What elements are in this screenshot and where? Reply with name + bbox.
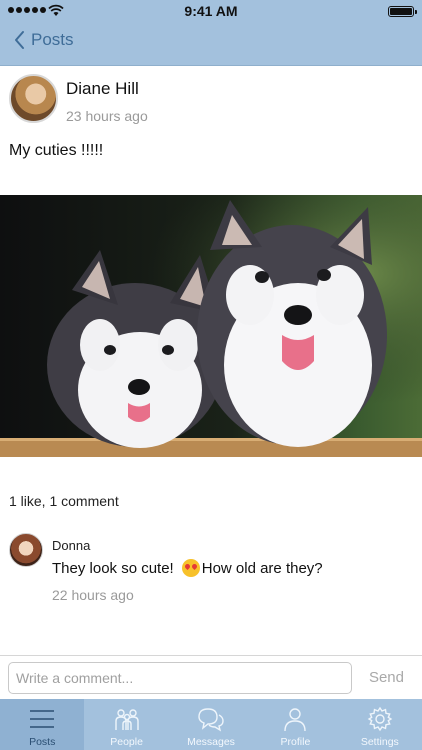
post-stats[interactable]: 1 like, 1 comment [9,493,119,509]
back-button[interactable]: Posts [14,30,74,50]
commenter-name[interactable]: Donna [52,538,90,553]
heart-eyes-emoji-icon [181,559,200,577]
back-button-label: Posts [31,30,74,49]
gear-icon [367,706,393,732]
tab-posts[interactable]: Posts [0,699,85,750]
people-icon [114,709,139,730]
comment-composer: Send [0,655,422,699]
tab-label: Posts [29,736,56,748]
tab-label: Messages [187,736,235,748]
comment-text: They look so cute! How old are they? [52,559,323,577]
commenter-avatar[interactable] [9,533,43,567]
tab-people[interactable]: People [84,699,168,750]
chevron-left-icon [15,31,24,49]
tab-messages[interactable]: Messages [169,699,253,750]
post-text: My cuties !!!!! [9,142,104,159]
post-author-name[interactable]: Diane Hill [66,79,139,99]
post-timestamp: 23 hours ago [66,108,148,124]
tab-label: People [110,736,143,748]
tab-bar: Posts People Messages Profile Settings [0,699,422,750]
tab-label: Profile [280,736,311,748]
author-avatar[interactable] [9,74,58,123]
list-icon [30,710,55,728]
battery-icon [388,6,417,17]
person-icon [284,708,307,732]
comment-input[interactable] [8,662,352,694]
navigation-bar: Posts [0,22,422,66]
tab-profile[interactable]: Profile [253,699,337,750]
tab-label: Settings [360,736,399,748]
status-bar: 9:41 AM [0,0,422,22]
comment-item: Donna They look so cute! How old are the… [0,533,422,613]
chat-bubbles-icon [198,708,224,732]
send-button[interactable]: Send [369,669,404,686]
puppies-illustration [0,195,422,457]
status-time: 9:41 AM [184,3,238,19]
post-header: Diane Hill 23 hours ago [0,66,422,130]
tab-settings[interactable]: Settings [338,699,422,750]
comment-timestamp: 22 hours ago [52,587,134,603]
post-photo[interactable] [0,195,422,457]
comment-text-end: How old are they? [201,559,323,577]
comment-text-start: They look so cute! [52,559,174,577]
